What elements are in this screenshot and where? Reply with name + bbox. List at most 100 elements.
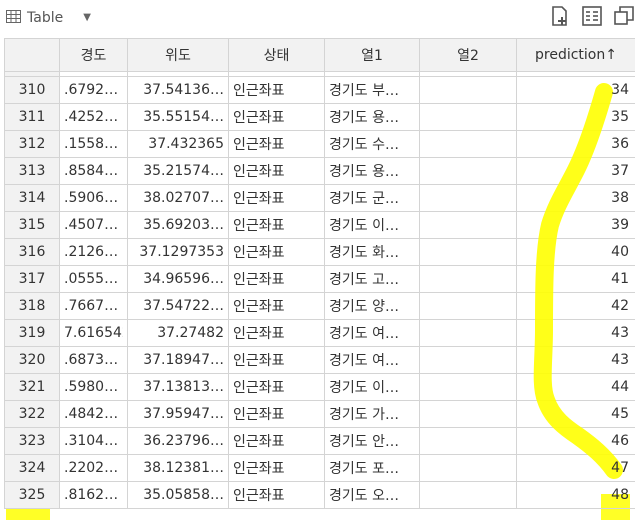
row-index-cell[interactable]: 314 xyxy=(4,184,60,212)
row-index-cell[interactable]: 322 xyxy=(4,400,60,428)
table-row[interactable]: 321 .5980… 37.13813… 인근좌표 경기도 이… 44 xyxy=(4,373,635,401)
longitude-cell[interactable]: .3104… xyxy=(59,427,128,455)
column-header-prediction[interactable]: prediction↑ xyxy=(516,38,635,72)
row-index-cell[interactable]: 315 xyxy=(4,211,60,239)
longitude-cell[interactable]: .4507… xyxy=(59,211,128,239)
latitude-cell[interactable]: 37.27482 xyxy=(127,319,229,347)
table-row[interactable]: 323 .3104… 36.23796… 인근좌표 경기도 안… 46 xyxy=(4,427,635,455)
col2-cell[interactable] xyxy=(419,238,517,266)
col1-cell[interactable]: 경기도 용… xyxy=(324,103,420,131)
col1-cell[interactable]: 경기도 양… xyxy=(324,292,420,320)
col1-cell[interactable]: 경기도 안… xyxy=(324,427,420,455)
list-view-icon[interactable] xyxy=(581,5,603,27)
row-index-cell[interactable]: 323 xyxy=(4,427,60,455)
prediction-cell[interactable]: 37 xyxy=(516,157,635,185)
column-header-latitude[interactable]: 위도 xyxy=(127,38,229,72)
prediction-cell[interactable]: 47 xyxy=(516,454,635,482)
longitude-cell[interactable]: .2202… xyxy=(59,454,128,482)
latitude-cell[interactable]: 38.02707… xyxy=(127,184,229,212)
table-row[interactable]: 311 .4252… 35.55154… 인근좌표 경기도 용… 35 xyxy=(4,103,635,131)
col1-cell[interactable]: 경기도 여… xyxy=(324,346,420,374)
col1-cell[interactable]: 경기도 이… xyxy=(324,211,420,239)
latitude-cell[interactable]: 35.69203… xyxy=(127,211,229,239)
col2-cell[interactable] xyxy=(419,130,517,158)
latitude-cell[interactable]: 37.54722… xyxy=(127,292,229,320)
col2-cell[interactable] xyxy=(419,346,517,374)
table-row[interactable]: 312 .1558… 37.432365 인근좌표 경기도 수… 36 xyxy=(4,130,635,158)
col2-cell[interactable] xyxy=(419,265,517,293)
col2-cell[interactable] xyxy=(419,211,517,239)
status-cell[interactable]: 인근좌표 xyxy=(228,481,325,509)
status-cell[interactable]: 인근좌표 xyxy=(228,157,325,185)
longitude-cell[interactable]: .5980… xyxy=(59,373,128,401)
latitude-cell[interactable]: 37.13813… xyxy=(127,373,229,401)
col2-cell[interactable] xyxy=(419,427,517,455)
longitude-cell[interactable]: .2126… xyxy=(59,238,128,266)
prediction-cell[interactable]: 42 xyxy=(516,292,635,320)
status-cell[interactable]: 인근좌표 xyxy=(228,400,325,428)
status-cell[interactable]: 인근좌표 xyxy=(228,373,325,401)
latitude-cell[interactable]: 35.55154… xyxy=(127,103,229,131)
status-cell[interactable]: 인근좌표 xyxy=(228,211,325,239)
latitude-cell[interactable]: 35.21574… xyxy=(127,157,229,185)
longitude-cell[interactable]: .5906… xyxy=(59,184,128,212)
col2-cell[interactable] xyxy=(419,103,517,131)
row-index-cell[interactable]: 312 xyxy=(4,130,60,158)
col2-cell[interactable] xyxy=(419,157,517,185)
row-index-cell[interactable]: 321 xyxy=(4,373,60,401)
row-index-cell[interactable]: 325 xyxy=(4,481,60,509)
status-cell[interactable]: 인근좌표 xyxy=(228,427,325,455)
row-index-cell[interactable]: 311 xyxy=(4,103,60,131)
col1-cell[interactable]: 경기도 군… xyxy=(324,184,420,212)
col2-cell[interactable] xyxy=(419,481,517,509)
status-cell[interactable]: 인근좌표 xyxy=(228,238,325,266)
column-header-status[interactable]: 상태 xyxy=(228,38,325,72)
latitude-cell[interactable]: 35.05858… xyxy=(127,481,229,509)
longitude-cell[interactable]: .6873… xyxy=(59,346,128,374)
col1-cell[interactable]: 경기도 용… xyxy=(324,157,420,185)
longitude-cell[interactable]: .4842… xyxy=(59,400,128,428)
status-cell[interactable]: 인근좌표 xyxy=(228,130,325,158)
longitude-cell[interactable]: .8584… xyxy=(59,157,128,185)
col1-cell[interactable]: 경기도 가… xyxy=(324,400,420,428)
row-index-cell[interactable]: 324 xyxy=(4,454,60,482)
table-row[interactable]: 316 .2126… 37.1297353 인근좌표 경기도 화… 40 xyxy=(4,238,635,266)
latitude-cell[interactable]: 36.23796… xyxy=(127,427,229,455)
row-index-cell[interactable]: 316 xyxy=(4,238,60,266)
longitude-cell[interactable]: .1558… xyxy=(59,130,128,158)
row-index-cell[interactable]: 310 xyxy=(4,76,60,104)
longitude-cell[interactable]: .7667… xyxy=(59,292,128,320)
view-selector[interactable]: Table ▼ xyxy=(6,8,91,27)
row-index-cell[interactable]: 317 xyxy=(4,265,60,293)
table-row[interactable]: 313 .8584… 35.21574… 인근좌표 경기도 용… 37 xyxy=(4,157,635,185)
longitude-cell[interactable]: .6792… xyxy=(59,76,128,104)
col1-cell[interactable]: 경기도 이… xyxy=(324,373,420,401)
status-cell[interactable]: 인근좌표 xyxy=(228,265,325,293)
prediction-cell[interactable]: 39 xyxy=(516,211,635,239)
prediction-cell[interactable]: 36 xyxy=(516,130,635,158)
latitude-cell[interactable]: 34.96596… xyxy=(127,265,229,293)
row-index-cell[interactable]: 320 xyxy=(4,346,60,374)
col1-cell[interactable]: 경기도 수… xyxy=(324,130,420,158)
status-cell[interactable]: 인근좌표 xyxy=(228,319,325,347)
prediction-cell[interactable]: 35 xyxy=(516,103,635,131)
table-row[interactable]: 318 .7667… 37.54722… 인근좌표 경기도 양… 42 xyxy=(4,292,635,320)
table-row[interactable]: 315 .4507… 35.69203… 인근좌표 경기도 이… 39 xyxy=(4,211,635,239)
row-index-cell[interactable]: 319 xyxy=(4,319,60,347)
col2-cell[interactable] xyxy=(419,184,517,212)
table-row[interactable]: 319 7.616542 37.27482 인근좌표 경기도 여… 43 xyxy=(4,319,635,347)
status-cell[interactable]: 인근좌표 xyxy=(228,184,325,212)
table-row[interactable]: 324 .2202… 38.12381… 인근좌표 경기도 포… 47 xyxy=(4,454,635,482)
col1-cell[interactable]: 경기도 오… xyxy=(324,481,420,509)
col2-cell[interactable] xyxy=(419,373,517,401)
col1-cell[interactable]: 경기도 화… xyxy=(324,238,420,266)
new-file-icon[interactable] xyxy=(549,5,571,27)
prediction-cell[interactable]: 45 xyxy=(516,400,635,428)
status-cell[interactable]: 인근좌표 xyxy=(228,346,325,374)
col1-cell[interactable]: 경기도 포… xyxy=(324,454,420,482)
col1-cell[interactable]: 경기도 고… xyxy=(324,265,420,293)
prediction-cell[interactable]: 43 xyxy=(516,319,635,347)
latitude-cell[interactable]: 37.54136… xyxy=(127,76,229,104)
longitude-cell[interactable]: 7.616542 xyxy=(59,319,128,347)
prediction-cell[interactable]: 43 xyxy=(516,346,635,374)
